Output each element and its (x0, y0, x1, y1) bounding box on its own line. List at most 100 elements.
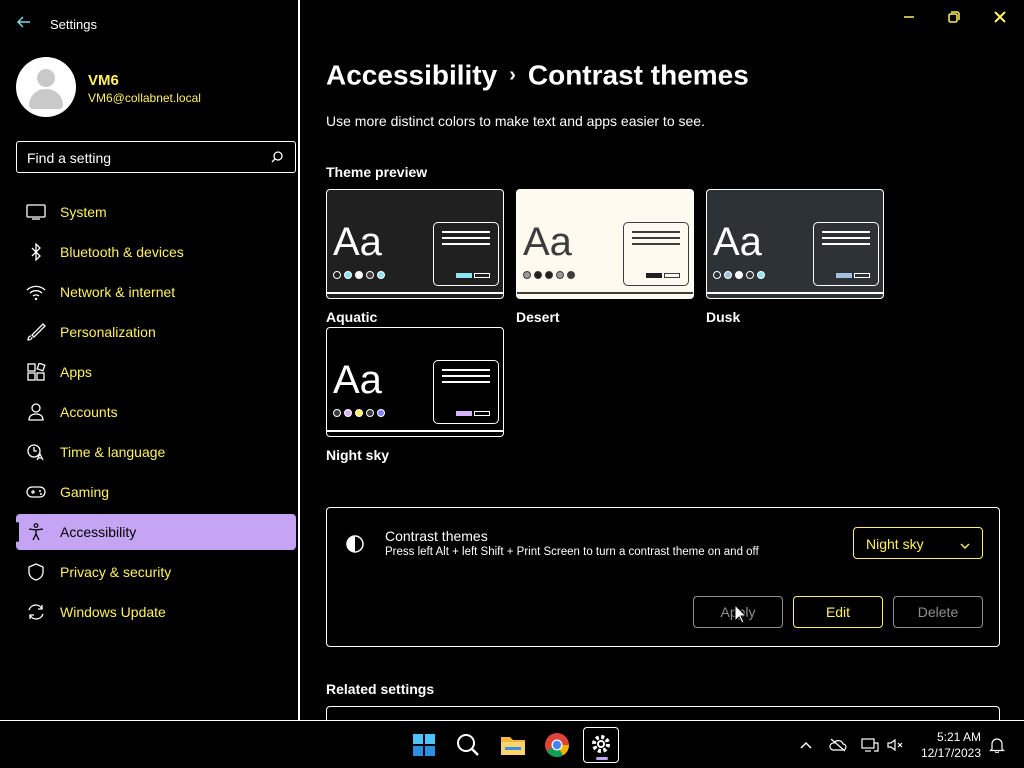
theme-preview-heading: Theme preview (326, 164, 428, 180)
sidebar-item-label: Bluetooth & devices (60, 244, 184, 260)
breadcrumb-parent[interactable]: Accessibility (326, 60, 497, 91)
theme-color-dot (523, 271, 531, 279)
bluetooth-icon (26, 242, 46, 262)
theme-color-dot (567, 271, 575, 279)
apps-icon (26, 362, 46, 381)
volume-muted-icon[interactable] (886, 737, 904, 753)
accessibility-icon (26, 523, 46, 541)
theme-preview-card[interactable]: Aa (326, 189, 504, 299)
breadcrumb-separator: › (509, 64, 516, 87)
chevron-down-icon (960, 538, 970, 549)
sidebar-item-label: Accessibility (60, 524, 137, 540)
theme-night-sky[interactable]: Aa Night sky (326, 327, 504, 463)
avatar[interactable] (16, 57, 76, 117)
edit-button[interactable]: Edit (793, 596, 883, 628)
theme-window-button (456, 411, 472, 416)
theme-color-dots (713, 271, 765, 279)
cloud-offline-icon[interactable] (829, 737, 847, 753)
user-name: VM6 (88, 72, 119, 89)
related-settings-card[interactable] (326, 706, 1000, 720)
theme-window-line (442, 243, 490, 245)
file-explorer-icon[interactable] (495, 727, 531, 763)
update-icon (26, 603, 46, 621)
search-input[interactable]: Find a setting (16, 141, 296, 173)
notification-bell-icon[interactable] (988, 737, 1006, 754)
theme-window-button (474, 273, 490, 278)
sidebar-item-network[interactable]: Network & internet (16, 274, 296, 310)
shield-icon (26, 563, 46, 581)
theme-preview-card[interactable]: Aa (516, 189, 694, 299)
sidebar-item-windows-update[interactable]: Windows Update (16, 594, 296, 630)
related-settings-heading: Related settings (326, 681, 435, 697)
theme-window-line (632, 231, 680, 233)
avatar-head (37, 69, 55, 87)
theme-bottom-bar (517, 292, 693, 294)
person-icon (26, 403, 46, 421)
theme-name: Aquatic (326, 309, 378, 325)
sidebar-item-label: Accounts (60, 404, 118, 420)
network-icon[interactable] (861, 737, 879, 753)
page-title: Contrast themes (527, 59, 749, 91)
page-description: Use more distinct colors to make text an… (326, 113, 705, 129)
clock[interactable]: 5:21 AM 12/17/2023 (921, 729, 981, 761)
sidebar-item-gaming[interactable]: Gaming (16, 474, 296, 510)
theme-window-button (664, 273, 680, 278)
sidebar-item-privacy[interactable]: Privacy & security (16, 554, 296, 590)
search-icon[interactable] (269, 149, 285, 165)
sidebar-item-label: Apps (60, 364, 92, 380)
theme-color-dots (523, 271, 575, 279)
sidebar-item-system[interactable]: System (16, 194, 296, 230)
theme-color-dot (556, 271, 564, 279)
delete-button[interactable]: Delete (893, 596, 983, 628)
theme-aquatic[interactable]: Aa Aquatic (326, 189, 504, 325)
brush-icon (26, 323, 46, 341)
theme-window-button (836, 273, 852, 278)
theme-name: Dusk (706, 309, 741, 325)
back-arrow-icon[interactable] (16, 14, 32, 30)
theme-color-dot (735, 271, 743, 279)
chevron-up-icon[interactable] (797, 737, 815, 753)
sidebar-item-label: Windows Update (60, 604, 166, 620)
theme-color-dot (355, 409, 363, 417)
contrast-themes-panel: Contrast themes Press left Alt + left Sh… (326, 507, 1000, 647)
sidebar-item-label: Time & language (60, 444, 166, 460)
sidebar-item-label: Personalization (60, 324, 156, 340)
dropdown-value: Night sky (866, 536, 924, 552)
theme-dropdown[interactable]: Night sky (853, 527, 983, 559)
search-placeholder: Find a setting (27, 150, 112, 166)
theme-sample-text: Aa (523, 220, 572, 264)
clock-date: 12/17/2023 (920, 746, 981, 760)
theme-window-line (822, 243, 870, 245)
user-email: VM6@collabnet.local (88, 91, 201, 105)
theme-window-button (474, 411, 490, 416)
sidebar-item-personalization[interactable]: Personalization (16, 314, 296, 350)
theme-color-dot (713, 271, 721, 279)
chrome-icon[interactable] (539, 727, 575, 763)
navigation-pane: Settings VM6 VM6@collabnet.local Find a … (0, 0, 300, 720)
main-content: Accessibility › Contrast themes Use more d… (302, 0, 1024, 720)
sidebar-item-accounts[interactable]: Accounts (16, 394, 296, 430)
theme-bottom-bar (707, 292, 883, 294)
theme-dusk[interactable]: Aa Dusk (706, 189, 884, 325)
breadcrumb: Accessibility › Contrast themes (326, 58, 749, 92)
theme-color-dot (545, 271, 553, 279)
sidebar-item-apps[interactable]: Apps (16, 354, 296, 390)
theme-name: Desert (516, 309, 560, 325)
theme-preview-card[interactable]: Aa (706, 189, 884, 299)
theme-preview-card[interactable]: Aa (326, 327, 504, 437)
sidebar-item-bluetooth[interactable]: Bluetooth & devices (16, 234, 296, 270)
sidebar-item-label: Gaming (60, 484, 110, 500)
settings-gear-icon[interactable] (583, 727, 619, 763)
theme-window-line (632, 243, 680, 245)
theme-color-dot (377, 271, 385, 279)
clock-time: 5:21 AM (936, 730, 981, 744)
start-windows-icon[interactable] (406, 727, 442, 763)
theme-color-dot (757, 271, 765, 279)
theme-window-button (646, 273, 662, 278)
theme-desert[interactable]: Aa Desert (516, 189, 694, 325)
theme-sample-text: Aa (333, 220, 382, 264)
sidebar-item-time-language[interactable]: Time & language (16, 434, 296, 470)
sidebar-item-accessibility[interactable]: Accessibility (16, 514, 296, 550)
theme-color-dot (333, 409, 341, 417)
taskbar-search-icon[interactable] (450, 727, 486, 763)
